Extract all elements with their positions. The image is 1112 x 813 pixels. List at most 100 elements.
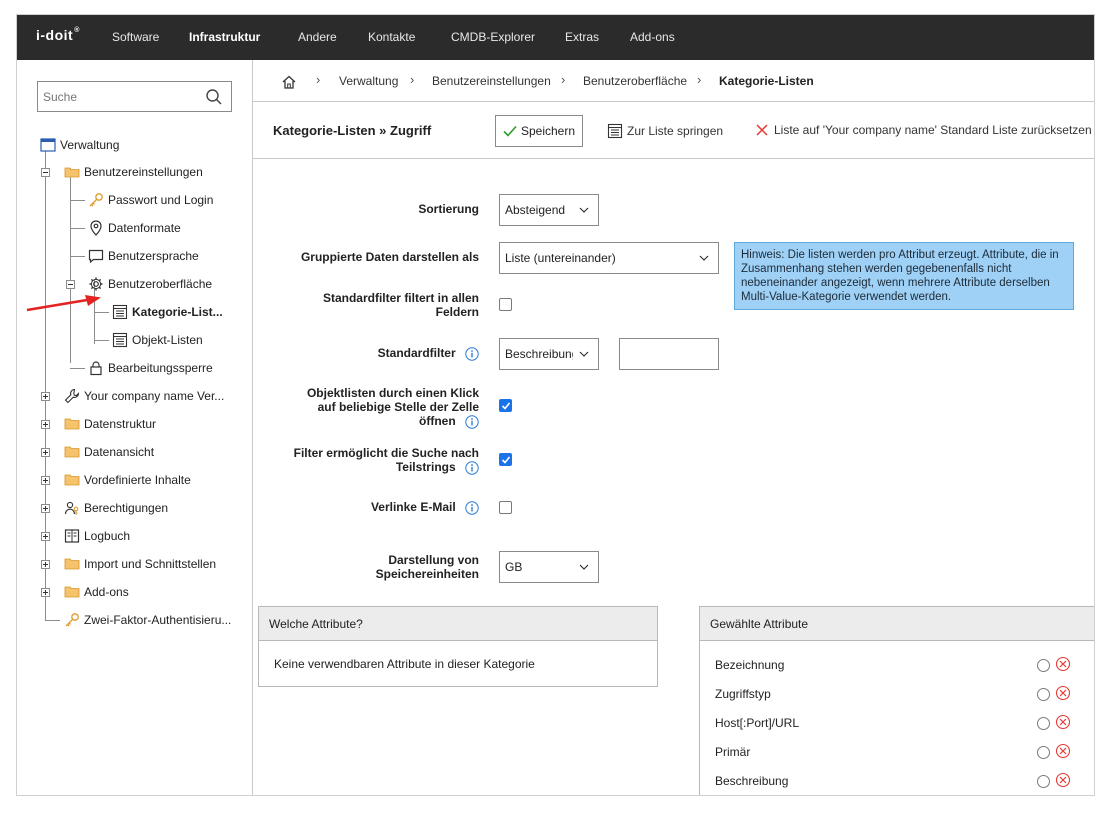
tree-item-objekt-listen[interactable]: Objekt-Listen bbox=[112, 331, 203, 349]
attribute-row[interactable]: Host[:Port]/URL bbox=[715, 713, 1083, 733]
home-icon[interactable] bbox=[281, 74, 297, 90]
remove-icon[interactable] bbox=[1055, 714, 1071, 730]
standardfilter-select[interactable]: Beschreibung bbox=[499, 338, 599, 370]
tree-item-datenformate[interactable]: Datenformate bbox=[88, 219, 181, 237]
tree-item-logbuch[interactable]: Logbuch bbox=[64, 527, 130, 545]
tree-item-datenstruktur[interactable]: Datenstruktur bbox=[64, 415, 156, 433]
tree-item-datenansicht[interactable]: Datenansicht bbox=[64, 443, 154, 461]
tree-label: Datenstruktur bbox=[84, 417, 157, 431]
info-icon[interactable] bbox=[465, 347, 479, 361]
expand-toggle[interactable] bbox=[41, 448, 50, 457]
goto-list-button[interactable]: Zur Liste springen bbox=[607, 123, 723, 139]
remove-icon[interactable] bbox=[1055, 743, 1071, 759]
sortierung-select[interactable]: Absteigend bbox=[499, 194, 599, 226]
label-line: auf beliebige Stelle der Zelle bbox=[317, 400, 479, 414]
tree-item-company[interactable]: Your company name Ver... bbox=[64, 387, 224, 405]
empty-message: Keine verwendbaren Attribute in dieser K… bbox=[274, 657, 535, 671]
attribute-row[interactable]: Primär bbox=[715, 742, 1083, 762]
remove-icon[interactable] bbox=[1055, 772, 1071, 788]
nav-add-ons[interactable]: Add-ons bbox=[630, 30, 675, 44]
sidebar: Verwaltung Benutzereinstellungen Passwor… bbox=[17, 60, 253, 795]
attribute-label: Primär bbox=[715, 745, 751, 759]
save-button[interactable]: Speichern bbox=[495, 115, 583, 147]
teilstrings-checkbox[interactable] bbox=[499, 453, 512, 466]
attribute-row[interactable]: Bezeichnung bbox=[715, 655, 1083, 675]
attribute-radio[interactable] bbox=[1037, 659, 1050, 672]
list-icon bbox=[112, 332, 128, 348]
tree-item-bearbeitungssperre[interactable]: Bearbeitungssperre bbox=[88, 359, 213, 377]
expand-toggle[interactable] bbox=[41, 476, 50, 485]
search-input[interactable] bbox=[38, 82, 198, 111]
remove-icon[interactable] bbox=[1055, 656, 1071, 672]
tree-item-passwort[interactable]: Passwort und Login bbox=[88, 191, 213, 209]
tree-item-zwei-faktor[interactable]: Zwei-Faktor-Authentisieru... bbox=[64, 611, 231, 629]
logo[interactable]: i-doit® bbox=[36, 27, 80, 43]
breadcrumb-benutzereinstellungen[interactable]: Benutzereinstellungen bbox=[432, 74, 551, 88]
attribute-radio[interactable] bbox=[1037, 746, 1050, 759]
chevron-down-icon bbox=[699, 255, 709, 261]
attribute-radio[interactable] bbox=[1037, 688, 1050, 701]
info-icon[interactable] bbox=[465, 501, 479, 515]
tree-line bbox=[70, 168, 71, 363]
tree-item-kategorie-listen[interactable]: Kategorie-List... bbox=[112, 303, 223, 321]
collapse-toggle[interactable] bbox=[41, 168, 50, 177]
label-line: Darstellung von bbox=[388, 553, 479, 567]
tree-item-berechtigungen[interactable]: Berechtigungen bbox=[64, 499, 168, 517]
nav-cmdb-explorer[interactable]: CMDB-Explorer bbox=[451, 30, 535, 44]
search-icon[interactable] bbox=[205, 88, 223, 106]
available-attributes-panel: Welche Attribute? Keine verwendbaren Att… bbox=[258, 606, 658, 687]
folder-icon bbox=[64, 474, 80, 486]
collapse-toggle[interactable] bbox=[66, 280, 75, 289]
expand-toggle[interactable] bbox=[41, 532, 50, 541]
tree-item-benutzereinstellungen[interactable]: Benutzereinstellungen bbox=[64, 163, 203, 181]
expand-toggle[interactable] bbox=[41, 504, 50, 513]
gruppiert-select[interactable]: Liste (untereinander) bbox=[499, 242, 719, 274]
attribute-radio[interactable] bbox=[1037, 775, 1050, 788]
nav-andere[interactable]: Andere bbox=[298, 30, 337, 44]
reset-list-button[interactable]: Liste auf 'Your company name' Standard L… bbox=[755, 123, 1092, 137]
breadcrumb-benutzeroberflaeche[interactable]: Benutzeroberfläche bbox=[583, 74, 687, 88]
expand-toggle[interactable] bbox=[41, 560, 50, 569]
nav-software[interactable]: Software bbox=[112, 30, 159, 44]
nav-extras[interactable]: Extras bbox=[565, 30, 599, 44]
key-icon bbox=[65, 613, 79, 627]
attribute-row[interactable]: Zugriffstyp bbox=[715, 684, 1083, 704]
attribute-label: Bezeichnung bbox=[715, 658, 785, 672]
expand-toggle[interactable] bbox=[41, 420, 50, 429]
tree-line bbox=[70, 228, 85, 229]
tree-item-benutzersprache[interactable]: Benutzersprache bbox=[88, 247, 199, 265]
nav-infrastruktur[interactable]: Infrastruktur bbox=[189, 30, 260, 44]
breadcrumb-verwaltung[interactable]: Verwaltung bbox=[339, 74, 398, 88]
standardfilter-text-input[interactable] bbox=[619, 338, 719, 370]
toolbar: Kategorie-Listen » Zugriff Speichern Zur… bbox=[253, 102, 1094, 159]
folder-icon bbox=[64, 586, 80, 598]
tree-line bbox=[45, 620, 60, 621]
tree-item-verwaltung[interactable]: Verwaltung bbox=[40, 136, 119, 154]
app-window: i-doit® Software Infrastruktur Andere Ko… bbox=[16, 14, 1095, 796]
info-icon[interactable] bbox=[465, 415, 479, 429]
sortierung-label: Sortierung bbox=[418, 202, 479, 216]
folder-icon bbox=[64, 446, 80, 458]
tree-label: Passwort und Login bbox=[108, 193, 214, 207]
wrench-icon bbox=[64, 388, 80, 404]
nav-kontakte[interactable]: Kontakte bbox=[368, 30, 415, 44]
tree-item-add-ons[interactable]: Add-ons bbox=[64, 583, 129, 601]
chevron-down-icon bbox=[579, 564, 589, 570]
email-label: Verlinke E-Mail bbox=[253, 500, 479, 515]
gruppiert-value: Liste (untereinander) bbox=[505, 251, 616, 265]
tree-item-vordefinierte-inhalte[interactable]: Vordefinierte Inhalte bbox=[64, 471, 191, 489]
chevron-down-icon bbox=[579, 207, 589, 213]
expand-toggle[interactable] bbox=[41, 588, 50, 597]
speicher-select[interactable]: GB bbox=[499, 551, 599, 583]
info-icon[interactable] bbox=[465, 461, 479, 475]
tree-item-import[interactable]: Import und Schnittstellen bbox=[64, 555, 216, 573]
attribute-row[interactable]: Beschreibung bbox=[715, 771, 1083, 791]
remove-icon[interactable] bbox=[1055, 685, 1071, 701]
objektlisten-checkbox[interactable] bbox=[499, 399, 512, 412]
tree-item-benutzeroberflaeche[interactable]: Benutzeroberfläche bbox=[88, 275, 212, 293]
standardfilter-alle-checkbox[interactable] bbox=[499, 298, 512, 311]
tree-label: Import und Schnittstellen bbox=[84, 557, 217, 571]
email-checkbox[interactable] bbox=[499, 501, 512, 514]
expand-toggle[interactable] bbox=[41, 392, 50, 401]
attribute-radio[interactable] bbox=[1037, 717, 1050, 730]
